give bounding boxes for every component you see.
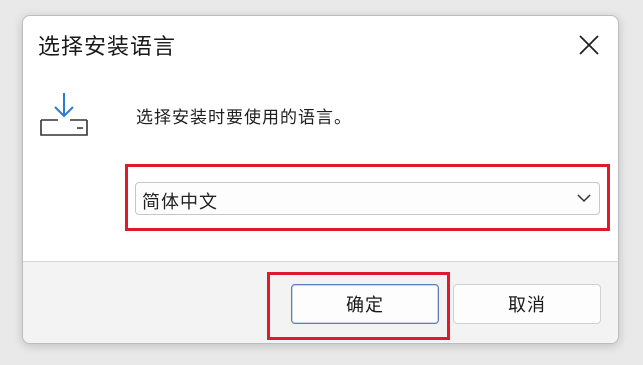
button-bar: 确定 取消 [23,261,618,343]
language-select-value: 简体中文 [142,192,218,213]
ok-button[interactable]: 确定 [291,284,439,324]
close-button[interactable] [570,27,608,63]
chevron-down-icon [577,194,591,203]
dialog-content: 选择安装时要使用的语言。 简体中文 [23,74,618,261]
language-dialog: 选择安装语言 选择安装时要使用的语言。 简体中文 确定 取消 [22,15,619,344]
prompt-text: 选择安装时要使用的语言。 [136,108,352,128]
title-bar: 选择安装语言 [23,16,618,74]
language-select[interactable]: 简体中文 [135,182,600,215]
close-icon [579,35,599,55]
dialog-title: 选择安装语言 [38,35,177,60]
cancel-button[interactable]: 取消 [453,284,601,324]
install-download-icon [40,93,88,136]
